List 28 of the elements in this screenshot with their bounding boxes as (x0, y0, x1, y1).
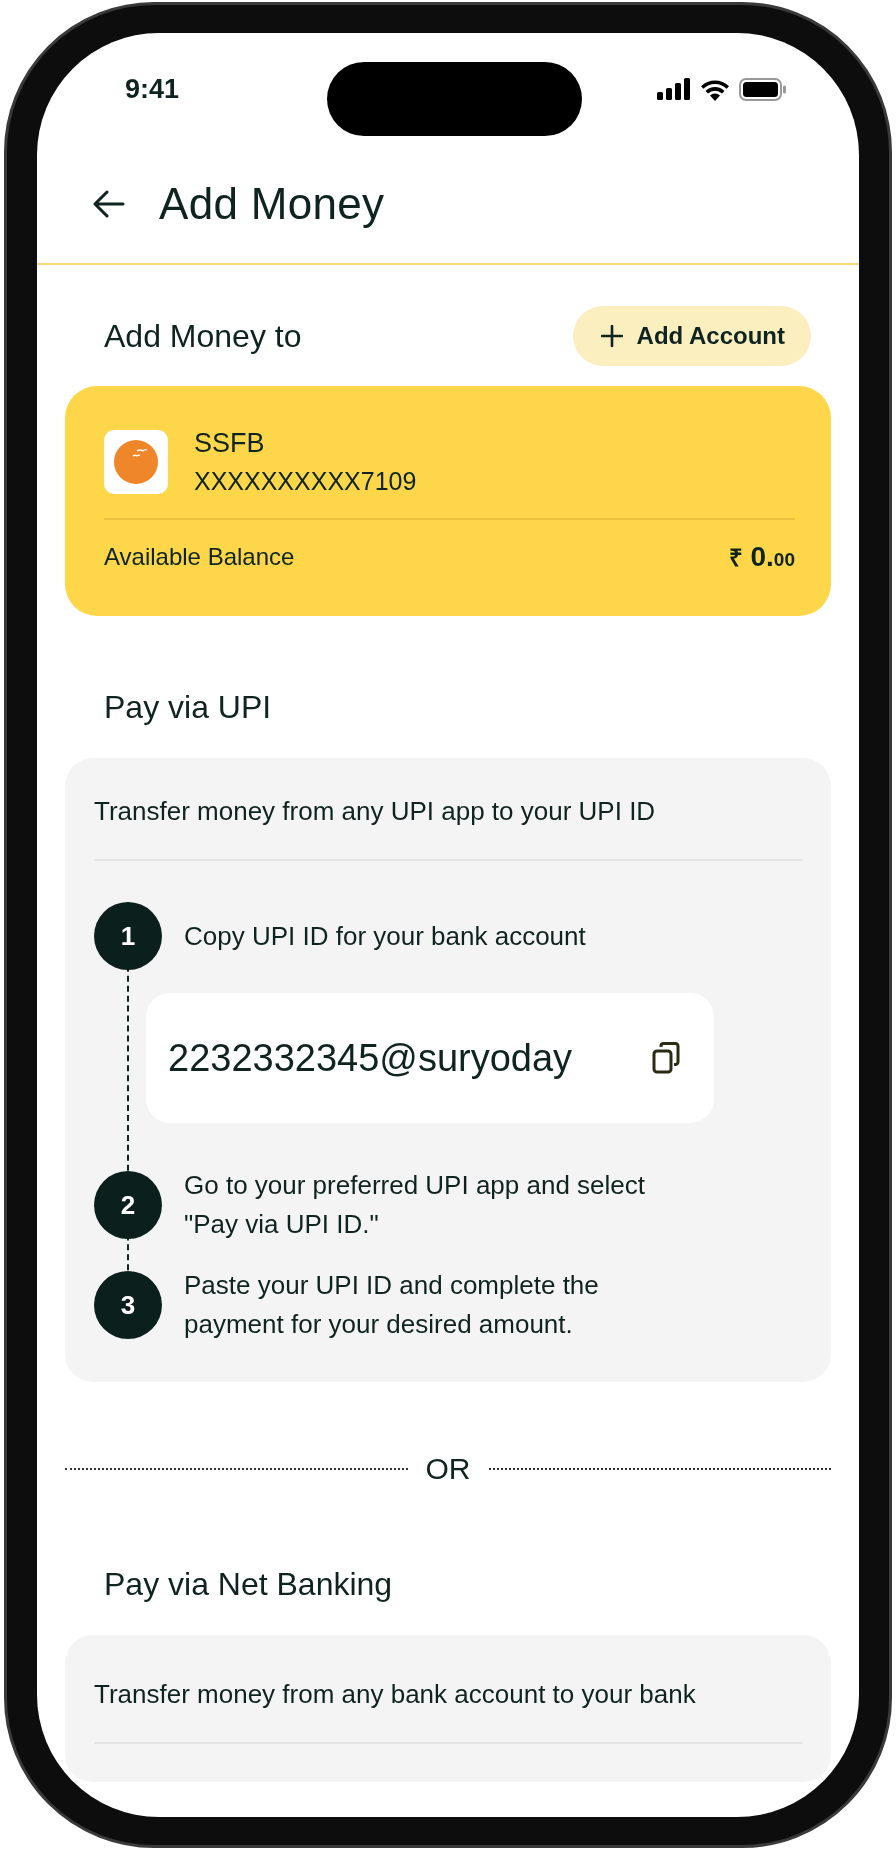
back-arrow-icon (93, 190, 125, 218)
section-heading: Add Money to (104, 317, 302, 355)
section-heading: Pay via Net Banking (104, 1566, 394, 1603)
separator-label: OR (425, 1452, 471, 1486)
page-title: Add Money (159, 179, 385, 229)
add-account-button[interactable]: Add Account (572, 306, 811, 366)
step-number: 1 (94, 902, 162, 970)
balance-label: Available Balance (104, 542, 295, 571)
copy-button[interactable] (652, 1042, 680, 1074)
step-text: Go to your preferred UPI app and select "Pay via UPI ID." (184, 1169, 647, 1241)
balance-amount: ₹ 0.00 (728, 540, 795, 573)
step-number: 2 (94, 1171, 162, 1239)
step-text: Copy UPI ID for your bank account (184, 919, 587, 953)
step-number: 3 (94, 1271, 162, 1339)
battery-icon (739, 77, 787, 101)
signal-icon (657, 78, 691, 100)
bank-logo (104, 430, 168, 494)
account-card[interactable]: SSFB XXXXXXXXXX7109 Available Balance ₹ 0.00 (65, 386, 831, 616)
card-description: Transfer money from any bank account to your bank (94, 1679, 697, 1710)
copy-icon (652, 1042, 680, 1074)
account-number: XXXXXXXXXX7109 (194, 467, 417, 496)
bank-name: SSFB (194, 428, 266, 459)
section-heading: Pay via UPI (104, 689, 273, 726)
status-time: 9:41 (125, 73, 180, 105)
step-text: Paste your UPI ID and complete the payment for your desired amount. (184, 1269, 600, 1341)
card-description: Transfer money from any UPI app to your UPI ID (94, 796, 657, 827)
upi-id: 2232332345@suryoday (168, 1036, 573, 1080)
plus-icon (600, 325, 623, 347)
